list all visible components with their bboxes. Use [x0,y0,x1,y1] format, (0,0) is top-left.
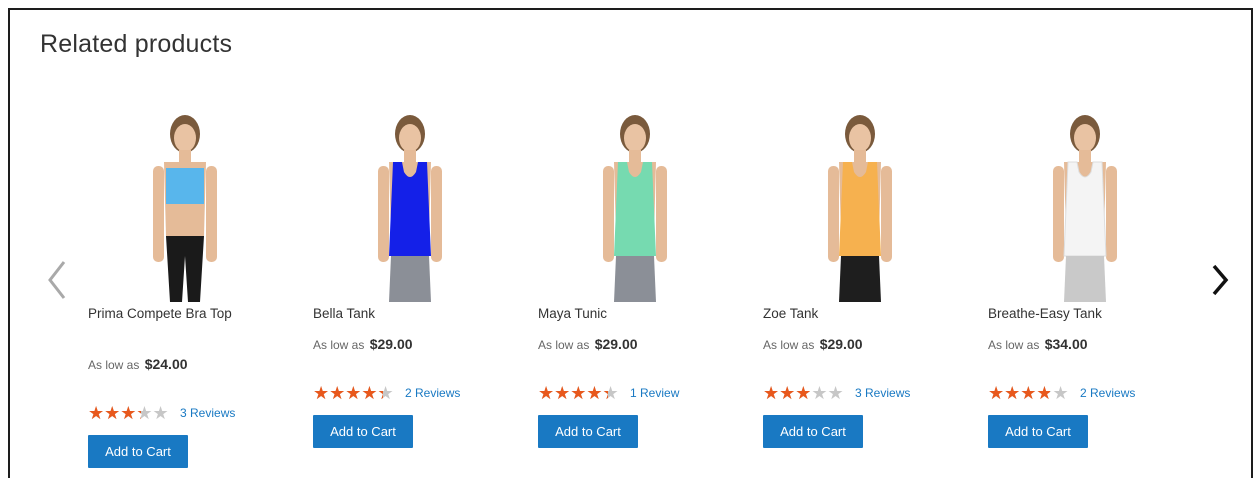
product-rating: ★★★★★ ★★★★★ 2 Reviews [988,384,1135,402]
product-price: As low as $34.00 [988,336,1088,352]
price-prefix: As low as [538,338,590,352]
price-amount: $29.00 [369,336,413,352]
product-rating: ★★★★★ ★★★★★ 2 Reviews [313,384,460,402]
add-to-cart-button[interactable]: Add to Cart [988,415,1088,448]
product-rating: ★★★★★ ★★★★★ 1 Review [538,384,679,402]
product-price: As low as $29.00 [538,336,638,352]
rating-stars-icon: ★★★★★ ★★★★★ [763,384,844,402]
price-amount: $29.00 [594,336,638,352]
product-rating: ★★★★★ ★★★★★ 3 Reviews [763,384,910,402]
related-products-block: Related products Prima Compete Bra Top A… [8,8,1253,478]
product-image[interactable] [980,106,1190,304]
product-image[interactable] [80,106,290,304]
price-prefix: As low as [88,358,140,372]
product-name[interactable]: Maya Tunic [538,304,698,324]
reviews-link[interactable]: 1 Review [630,386,679,400]
product-name[interactable]: Zoe Tank [763,304,923,324]
product-price: As low as $29.00 [313,336,413,352]
price-amount: $29.00 [819,336,863,352]
rating-stars-icon: ★★★★★ ★★★★★ [88,404,169,422]
reviews-link[interactable]: 2 Reviews [1080,386,1135,400]
price-amount: $24.00 [144,356,188,372]
product-price: As low as $29.00 [763,336,863,352]
product-carousel: Prima Compete Bra Top As low as $24.00 ★… [10,10,1251,478]
product-name[interactable]: Breathe-Easy Tank [988,304,1148,324]
reviews-link[interactable]: 2 Reviews [405,386,460,400]
reviews-link[interactable]: 3 Reviews [855,386,910,400]
product-name[interactable]: Prima Compete Bra Top [88,304,248,324]
add-to-cart-button[interactable]: Add to Cart [538,415,638,448]
rating-stars-icon: ★★★★★ ★★★★★ [988,384,1069,402]
price-prefix: As low as [313,338,365,352]
add-to-cart-button[interactable]: Add to Cart [313,415,413,448]
product-image[interactable] [305,106,515,304]
add-to-cart-button[interactable]: Add to Cart [763,415,863,448]
product-rating: ★★★★★ ★★★★★ 3 Reviews [88,404,235,422]
product-name[interactable]: Bella Tank [313,304,473,324]
rating-stars-icon: ★★★★★ ★★★★★ [313,384,394,402]
add-to-cart-button[interactable]: Add to Cart [88,435,188,468]
price-amount: $34.00 [1044,336,1088,352]
product-image[interactable] [530,106,740,304]
reviews-link[interactable]: 3 Reviews [180,406,235,420]
price-prefix: As low as [763,338,815,352]
product-price: As low as $24.00 [88,356,188,372]
price-prefix: As low as [988,338,1040,352]
product-image[interactable] [755,106,965,304]
rating-stars-icon: ★★★★★ ★★★★★ [538,384,619,402]
